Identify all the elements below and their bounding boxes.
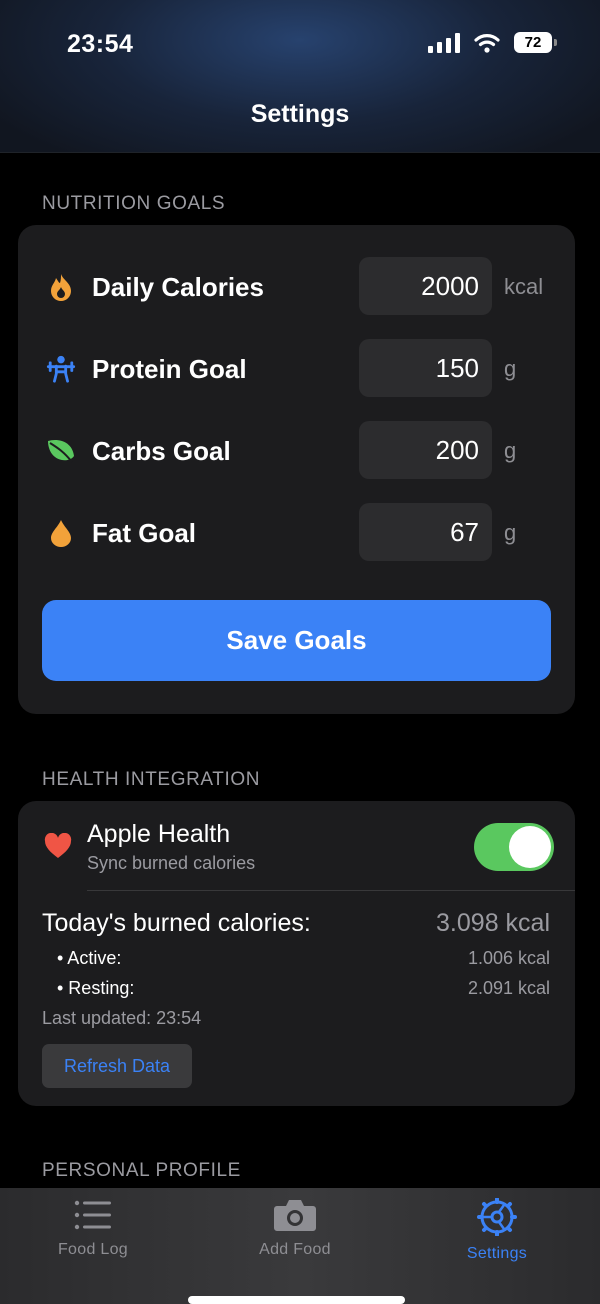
- goal-unit: g: [504, 356, 517, 381]
- resting-calories-label: • Resting:: [57, 978, 135, 998]
- tab-label: Add Food: [259, 1241, 331, 1258]
- home-indicator[interactable]: [188, 1296, 405, 1304]
- goal-row-carbs: Carbs Goal 200 g: [18, 421, 575, 481]
- heart-icon: [44, 832, 72, 864]
- status-icons: 72: [428, 32, 557, 53]
- goal-unit: kcal: [504, 274, 544, 299]
- burned-calories-label: Today's burned calories:: [42, 909, 311, 937]
- resting-calories-value: 2.091 kcal: [467, 978, 550, 998]
- tab-label: Settings: [466, 1245, 528, 1262]
- wifi-icon: [474, 33, 500, 53]
- daily-calories-input[interactable]: 2000: [359, 257, 492, 315]
- nutrition-goals-card: Daily Calories 2000 kcal Protein Goal 15…: [18, 225, 575, 714]
- flame-icon: [46, 272, 76, 302]
- tab-add-food[interactable]: Add Food: [195, 1198, 395, 1259]
- list-icon: [74, 1200, 111, 1230]
- apple-health-toggle[interactable]: [474, 823, 554, 871]
- page-title: Settings: [250, 100, 350, 128]
- goal-row-fat: Fat Goal 67 g: [18, 503, 575, 563]
- health-integration-card: Apple Health Sync burned calories Today'…: [18, 801, 575, 1106]
- status-time: 23:54: [67, 30, 134, 58]
- drop-icon: [46, 518, 76, 548]
- burned-calories-total: 3.098 kcal: [436, 909, 550, 937]
- active-calories-label: • Active:: [57, 948, 122, 968]
- protein-goal-input[interactable]: 150: [359, 339, 492, 397]
- active-calories-value: 1.006 kcal: [467, 948, 550, 968]
- profile-section-header: PERSONAL PROFILE: [42, 1160, 241, 1181]
- refresh-data-button[interactable]: Refresh Data: [42, 1044, 192, 1088]
- tab-settings[interactable]: Settings: [397, 1197, 597, 1263]
- goal-label: Protein Goal: [92, 354, 247, 384]
- goal-label: Carbs Goal: [92, 436, 231, 466]
- apple-health-title: Apple Health: [87, 820, 231, 848]
- nutrition-section-header: NUTRITION GOALS: [42, 193, 226, 214]
- gear-icon: [477, 1197, 517, 1237]
- apple-health-subtitle: Sync burned calories: [87, 853, 256, 873]
- goal-label: Fat Goal: [92, 518, 197, 548]
- carbs-goal-input[interactable]: 200: [359, 421, 492, 479]
- tab-bar: Food Log Add Food Settings: [0, 1188, 600, 1304]
- goal-unit: g: [504, 438, 517, 463]
- goal-unit: g: [504, 520, 517, 545]
- health-section-header: HEALTH INTEGRATION: [42, 769, 261, 790]
- goal-row-daily-calories: Daily Calories 2000 kcal: [18, 257, 575, 317]
- battery-indicator: 72: [514, 32, 557, 53]
- tab-food-log[interactable]: Food Log: [0, 1198, 193, 1259]
- cellular-signal-icon: [428, 32, 460, 53]
- goal-row-protein: Protein Goal 150 g: [18, 339, 575, 399]
- top-header: 23:54 72 Settings: [0, 0, 600, 153]
- fat-goal-input[interactable]: 67: [359, 503, 492, 561]
- tab-label: Food Log: [57, 1241, 128, 1258]
- weightlifter-icon: [46, 354, 76, 384]
- toggle-knob: [509, 826, 551, 868]
- camera-icon: [274, 1200, 316, 1231]
- goal-label: Daily Calories: [92, 272, 264, 302]
- save-goals-button[interactable]: Save Goals: [42, 600, 551, 681]
- leaf-icon: [46, 436, 76, 466]
- divider: [87, 890, 575, 891]
- last-updated: Last updated: 23:54: [42, 1008, 202, 1028]
